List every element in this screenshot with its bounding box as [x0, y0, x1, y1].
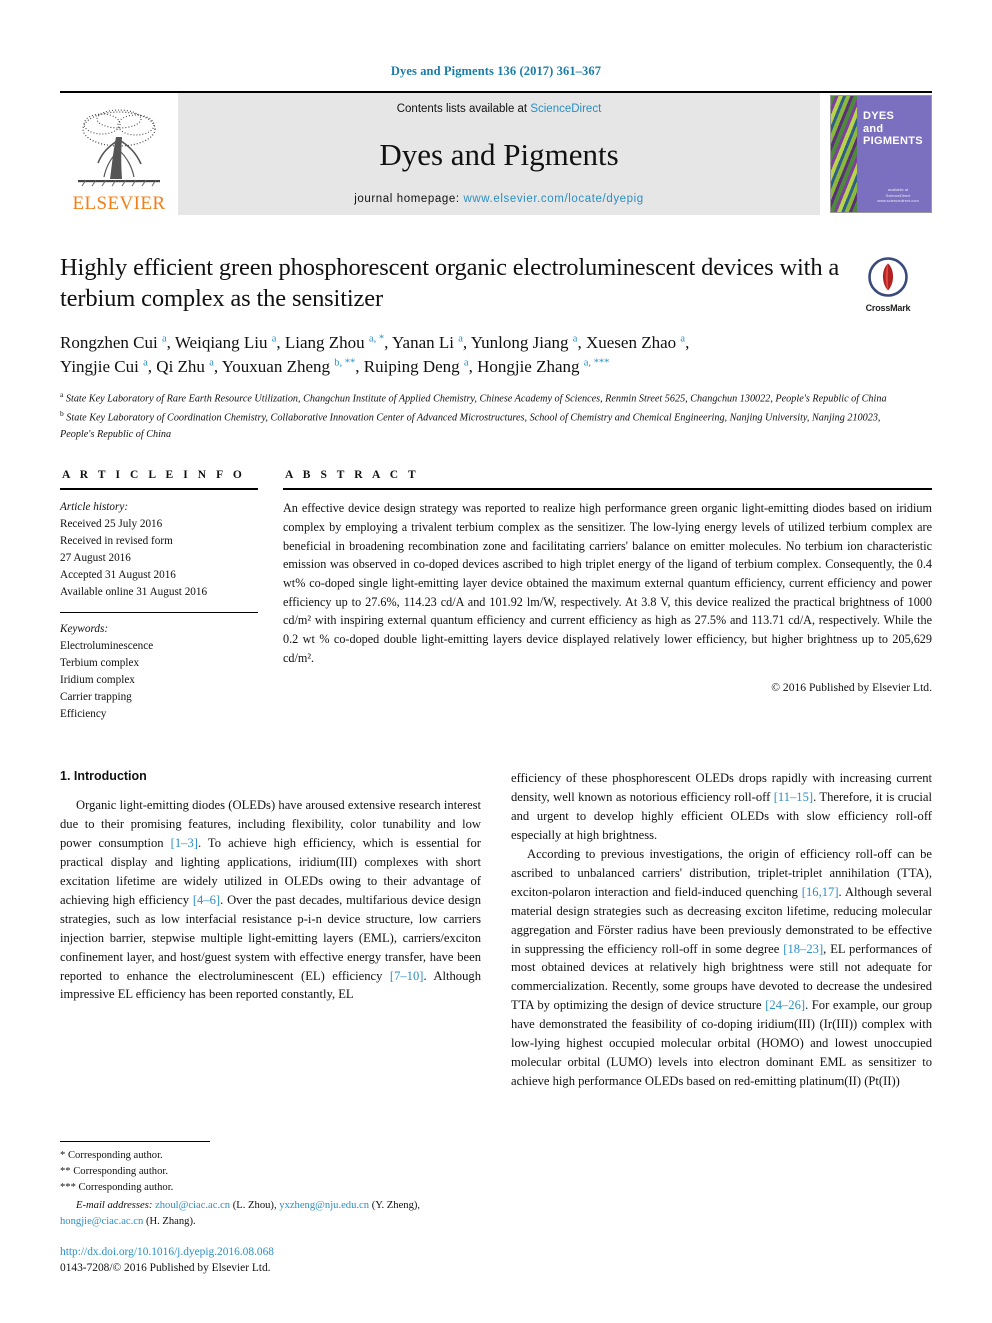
email-link-zhou[interactable]: zhoul@ciac.ac.cn	[155, 1200, 230, 1211]
email-name-zhang: (H. Zhang).	[145, 1216, 196, 1228]
citation-ref[interactable]: [18–23]	[783, 942, 823, 956]
masthead-center: Contents lists available at ScienceDirec…	[178, 93, 820, 215]
info-abstract-section: A R T I C L E I N F O Article history: R…	[60, 469, 932, 723]
page-title: Highly efficient green phosphorescent or…	[60, 254, 840, 312]
journal-homepage-line: journal homepage: www.elsevier.com/locat…	[354, 193, 644, 205]
keyword-item: Efficiency	[60, 708, 107, 721]
article-history-item: Received 25 July 2016	[60, 518, 163, 531]
cover-title-line3: PIGMENTS	[863, 135, 923, 148]
article-info-heading: A R T I C L E I N F O	[62, 469, 246, 482]
article-info-rule	[60, 488, 258, 491]
issn-copyright-line: 0143-7208/© 2016 Published by Elsevier L…	[60, 1262, 271, 1275]
author-line-2: Yingjie Cui a, Qi Zhu a, Youxuan Zheng b…	[60, 356, 610, 376]
email-addresses-line: E-mail addresses: zhoul@ciac.ac.cn (L. Z…	[60, 1198, 481, 1230]
corresponding-author-2: ** Corresponding author.	[60, 1166, 168, 1178]
keywords-rule	[60, 612, 258, 614]
keywords-block: Keywords: Electroluminescence Terbium co…	[60, 621, 258, 723]
article-history-label: Article history:	[60, 501, 129, 514]
footnote-block: * Corresponding author. ** Corresponding…	[60, 1141, 481, 1277]
abstract-column: A B S T R A C T An effective device desi…	[283, 469, 932, 723]
journal-title: Dyes and Pigments	[379, 137, 619, 172]
keyword-item: Iridium complex	[60, 674, 135, 687]
elsevier-wordmark: ELSEVIER	[72, 193, 166, 214]
homepage-prefix: journal homepage:	[354, 193, 464, 205]
contents-list-line: Contents lists available at ScienceDirec…	[397, 103, 602, 115]
body-columns: 1. Introduction Organic light-emitting d…	[60, 769, 932, 1090]
cover-title-line2: and	[863, 122, 884, 135]
citation-ref[interactable]: [11–15]	[774, 790, 813, 804]
doi-link[interactable]: http://dx.doi.org/10.1016/j.dyepig.2016.…	[60, 1244, 481, 1261]
abstract-heading: A B S T R A C T	[285, 469, 420, 482]
keyword-item: Carrier trapping	[60, 691, 132, 704]
abstract-text: An effective device design strategy was …	[283, 501, 932, 665]
author-line-1: Rongzhen Cui a, Weiqiang Liu a, Liang Zh…	[60, 332, 690, 352]
title-block: Highly efficient green phosphorescent or…	[60, 253, 932, 443]
elsevier-logo: ELSEVIER	[60, 93, 178, 215]
corresponding-author-1: * Corresponding author.	[60, 1150, 163, 1162]
affiliation-b: b State Key Laboratory of Coordination C…	[60, 408, 881, 440]
citation-ref[interactable]: [16,17]	[802, 885, 839, 899]
intro-paragraph-1: Organic light-emitting diodes (OLEDs) ha…	[60, 798, 481, 1002]
cover-art-strip	[831, 96, 857, 212]
elsevier-tree-icon	[78, 109, 160, 187]
citation-ref[interactable]: [7–10]	[390, 969, 424, 983]
abstract-rule	[283, 488, 932, 491]
affiliations: a State Key Laboratory of Rare Earth Res…	[60, 389, 900, 443]
affiliation-b-text: State Key Laboratory of Coordination Che…	[60, 412, 881, 440]
email-link-zheng[interactable]: yxzheng@nju.edu.cn	[279, 1200, 369, 1211]
article-history-item: Accepted 31 August 2016	[60, 569, 176, 582]
citation-ref[interactable]: [4–6]	[193, 893, 220, 907]
affiliation-a-text: State Key Laboratory of Rare Earth Resou…	[65, 393, 887, 405]
cover-title-line1: DYES	[863, 110, 895, 122]
corresponding-author-3: *** Corresponding author.	[60, 1182, 174, 1194]
homepage-url[interactable]: www.elsevier.com/locate/dyepig	[463, 193, 643, 205]
article-history-item: Available online 31 August 2016	[60, 586, 208, 599]
article-info-column: A R T I C L E I N F O Article history: R…	[60, 469, 258, 723]
intro-paragraph-2: efficiency of these phosphorescent OLEDs…	[511, 771, 932, 843]
email-link-zhang[interactable]: hongjie@ciac.ac.cn	[60, 1216, 143, 1227]
crossmark-icon	[868, 257, 908, 297]
cover-footer: available at ScienceDirect www.sciencedi…	[871, 187, 925, 204]
article-history-item: Received in revised form	[60, 535, 173, 548]
sciencedirect-link[interactable]: ScienceDirect	[530, 103, 601, 115]
author-list: Rongzhen Cui a, Weiqiang Liu a, Liang Zh…	[60, 331, 900, 379]
body-column-right: efficiency of these phosphorescent OLEDs…	[511, 769, 932, 1090]
abstract-copyright: © 2016 Published by Elsevier Ltd.	[771, 681, 932, 695]
running-head: Dyes and Pigments 136 (2017) 361–367	[390, 64, 602, 78]
email-addresses-label: E-mail addresses:	[76, 1200, 153, 1212]
cover-title: DYES and PIGMENTS	[863, 110, 923, 148]
footnote-rule	[60, 1141, 210, 1143]
body-column-left: 1. Introduction Organic light-emitting d…	[60, 769, 481, 1090]
paper-page: Dyes and Pigments 136 (2017) 361–367 ELS…	[0, 0, 992, 1323]
citation-ref[interactable]: [1–3]	[171, 836, 198, 850]
section-heading-introduction: 1. Introduction	[60, 769, 147, 784]
doi-block: http://dx.doi.org/10.1016/j.dyepig.2016.…	[60, 1244, 481, 1277]
article-history-item: 27 August 2016	[60, 552, 131, 565]
journal-masthead: ELSEVIER Contents lists available at Sci…	[60, 91, 932, 215]
journal-cover-thumbnail: DYES and PIGMENTS available at ScienceDi…	[830, 95, 932, 213]
keyword-item: Electroluminescence	[60, 640, 154, 653]
email-name-zhou: (L. Zhou),	[232, 1200, 277, 1212]
intro-paragraph-3: According to previous investigations, th…	[511, 847, 933, 1088]
article-history-block: Article history: Received 25 July 2016 R…	[60, 499, 258, 601]
email-name-zheng: (Y. Zheng),	[371, 1200, 421, 1212]
keywords-label: Keywords:	[60, 623, 109, 636]
citation-ref[interactable]: [24–26]	[765, 998, 805, 1012]
keyword-item: Terbium complex	[60, 657, 140, 670]
contents-prefix: Contents lists available at	[396, 103, 531, 115]
affiliation-a: a State Key Laboratory of Rare Earth Res…	[60, 389, 887, 405]
cover-foot-line3: www.sciencedirect.com	[877, 198, 919, 204]
crossmark-label: CrossMark	[865, 303, 911, 313]
crossmark-badge[interactable]: CrossMark	[840, 257, 936, 313]
